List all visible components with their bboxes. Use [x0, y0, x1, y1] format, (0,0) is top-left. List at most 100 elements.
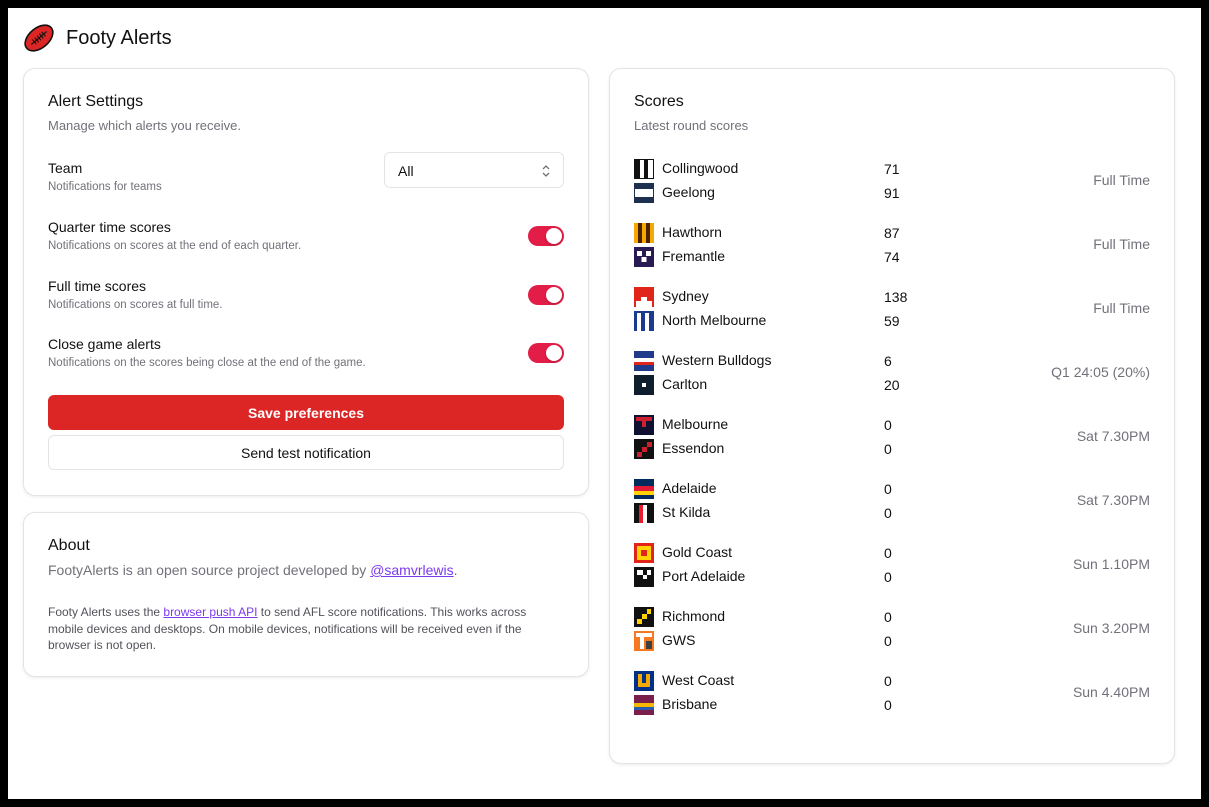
western-bulldogs-jumper-icon [634, 351, 654, 371]
alert-settings-description: Manage which alerts you receive. [48, 118, 241, 133]
team-score: 71 [884, 161, 900, 177]
essendon-jumper-icon [634, 439, 654, 459]
team-name: St Kilda [662, 504, 711, 520]
team-score: 20 [884, 377, 900, 393]
team-score: 0 [884, 673, 892, 689]
game-status: Sat 7.30PM [1076, 428, 1150, 444]
team-setting-label: Team [48, 160, 83, 176]
away-team: Carlton 20 [634, 375, 934, 395]
game-status: Sun 4.40PM [1072, 684, 1150, 700]
chevron-up-down-icon [542, 165, 550, 177]
away-team: Essendon 0 [634, 439, 934, 459]
game-row: Hawthorn 87 Fremantle 74 Full Time [634, 223, 1150, 271]
team-score: 0 [884, 633, 892, 649]
app-window: Footy Alerts Alert Settings Manage which… [8, 8, 1201, 799]
team-setting: Team Notifications for teams All [48, 152, 564, 200]
quarter-time-toggle[interactable] [528, 226, 564, 246]
st-kilda-jumper-icon [634, 503, 654, 523]
scores-title: Scores [634, 93, 684, 110]
about-card: About FootyAlerts is an open source proj… [23, 512, 589, 677]
about-title: About [48, 537, 90, 554]
team-score: 59 [884, 313, 900, 329]
full-time-setting: Full time scores Notifications on scores… [48, 278, 564, 318]
quarter-time-label: Quarter time scores [48, 219, 171, 235]
game-row: Adelaide 0 St Kilda 0 Sat 7.30PM [634, 479, 1150, 527]
game-row: Gold Coast 0 Port Adelaide 0 Sun 1.10PM [634, 543, 1150, 591]
game-status: Full Time [1093, 236, 1150, 252]
alert-settings-card: Alert Settings Manage which alerts you r… [23, 68, 589, 496]
team-score: 0 [884, 609, 892, 625]
home-team: Western Bulldogs 6 [634, 351, 934, 371]
close-game-setting: Close game alerts Notifications on the s… [48, 336, 564, 376]
team-name: Brisbane [662, 696, 718, 712]
team-setting-description: Notifications for teams [48, 181, 162, 193]
game-row: Melbourne 0 Essendon 0 Sat 7.30PM [634, 415, 1150, 463]
team-name: West Coast [662, 672, 735, 688]
north-melbourne-jumper-icon [634, 311, 654, 331]
team-name: Gold Coast [662, 544, 733, 560]
game-row: Western Bulldogs 6 Carlton 20 Q1 24:05 (… [634, 351, 1150, 399]
team-score: 0 [884, 441, 892, 457]
geelong-jumper-icon [634, 183, 654, 203]
team-name: Sydney [662, 288, 709, 304]
team-name: Essendon [662, 440, 725, 456]
full-time-label: Full time scores [48, 278, 147, 294]
football-icon [24, 24, 54, 52]
team-name: Fremantle [662, 248, 726, 264]
game-row: Sydney 138 North Melbourne 59 Full Time [634, 287, 1150, 335]
author-link[interactable]: @samvrlewis [370, 562, 453, 578]
team-name: Adelaide [662, 480, 717, 496]
team-name: Geelong [662, 184, 715, 200]
team-score: 0 [884, 569, 892, 585]
app-header: Footy Alerts [22, 20, 172, 56]
close-game-label: Close game alerts [48, 336, 161, 352]
team-name: Richmond [662, 608, 726, 624]
close-game-description: Notifications on the scores being close … [48, 357, 366, 369]
scores-description: Latest round scores [634, 118, 749, 133]
game-status: Sun 3.20PM [1072, 620, 1150, 636]
send-test-notification-button[interactable]: Send test notification [48, 435, 564, 470]
game-status: Sat 7.30PM [1076, 492, 1150, 508]
home-team: Hawthorn 87 [634, 223, 934, 243]
collingwood-jumper-icon [634, 159, 654, 179]
away-team: Fremantle 74 [634, 247, 934, 267]
team-score: 0 [884, 481, 892, 497]
team-score: 74 [884, 249, 900, 265]
team-name: Collingwood [662, 160, 739, 176]
team-select-value: All [398, 163, 414, 179]
scores-card: Scores Latest round scores Collingwood 7… [609, 68, 1175, 764]
game-row: West Coast 0 Brisbane 0 Sun 4.40PM [634, 671, 1150, 719]
team-score: 91 [884, 185, 900, 201]
push-api-link[interactable]: browser push API [163, 605, 257, 619]
game-status: Full Time [1093, 172, 1150, 188]
game-status: Q1 24:05 (20%) [1051, 364, 1150, 380]
melbourne-jumper-icon [634, 415, 654, 435]
richmond-jumper-icon [634, 607, 654, 627]
home-team: West Coast 0 [634, 671, 934, 691]
gws-jumper-icon [634, 631, 654, 651]
app-title: Footy Alerts [66, 26, 172, 49]
about-description-end: . [453, 562, 458, 578]
save-preferences-button[interactable]: Save preferences [48, 395, 564, 430]
gold-coast-jumper-icon [634, 543, 654, 563]
away-team: Port Adelaide 0 [634, 567, 934, 587]
toggle-knob [546, 287, 562, 303]
team-score: 0 [884, 697, 892, 713]
hawthorn-jumper-icon [634, 223, 654, 243]
team-score: 0 [884, 417, 892, 433]
game-row: Collingwood 71 Geelong 91 Full Time [634, 159, 1150, 207]
team-score: 87 [884, 225, 900, 241]
carlton-jumper-icon [634, 375, 654, 395]
team-score: 0 [884, 545, 892, 561]
away-team: Brisbane 0 [634, 695, 934, 715]
close-game-toggle[interactable] [528, 343, 564, 363]
full-time-toggle[interactable] [528, 285, 564, 305]
about-details-text: Footy Alerts uses the [48, 605, 164, 619]
team-score: 6 [884, 353, 892, 369]
team-select[interactable]: All [384, 152, 564, 188]
west-coast-jumper-icon [634, 671, 654, 691]
team-name: GWS [662, 632, 696, 648]
home-team: Sydney 138 [634, 287, 934, 307]
full-time-description: Notifications on scores at full time. [48, 299, 223, 311]
team-name: Hawthorn [662, 224, 722, 240]
